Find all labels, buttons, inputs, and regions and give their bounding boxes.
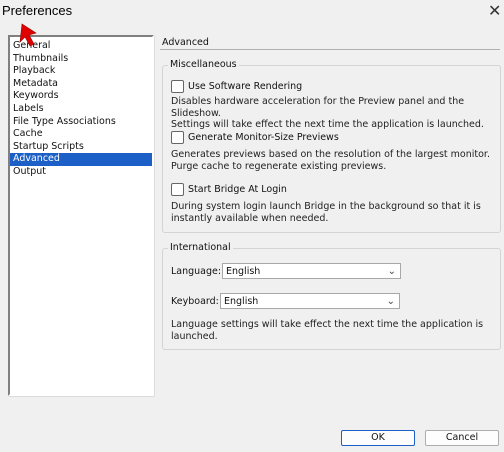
keyboard-label: Keyboard: xyxy=(171,296,219,307)
language-note-line1: Language settings will take effect the n… xyxy=(171,319,484,330)
international-group-label: International xyxy=(168,242,233,253)
monitor-size-previews-label: Generate Monitor-Size Previews xyxy=(188,132,339,143)
software-rendering-desc-line1: Disables hardware acceleration for the P… xyxy=(171,96,465,119)
language-settings-note: Language settings will take effect the n… xyxy=(171,319,491,342)
software-rendering-checkbox[interactable]: Use Software Rendering xyxy=(171,80,302,93)
sidebar-item-cache[interactable]: Cache xyxy=(10,128,152,141)
start-bridge-login-label: Start Bridge At Login xyxy=(188,184,287,195)
start-bridge-login-checkbox-box[interactable] xyxy=(171,183,184,196)
software-rendering-desc-line2: Settings will take effect the next time … xyxy=(171,119,484,130)
window-title: Preferences xyxy=(2,3,73,18)
sidebar-item-labels[interactable]: Labels xyxy=(10,103,152,116)
sidebar-item-thumbnails[interactable]: Thumbnails xyxy=(10,53,152,66)
sidebar-item-advanced[interactable]: Advanced xyxy=(10,153,152,166)
keyboard-select[interactable]: English ⌄ xyxy=(220,293,400,309)
monitor-previews-desc-line2: Purge cache to regenerate existing previ… xyxy=(171,160,387,172)
bridge-login-desc-line1: During system login launch Bridge in the… xyxy=(171,201,481,212)
software-rendering-label: Use Software Rendering xyxy=(188,81,303,92)
software-rendering-description: Disables hardware acceleration for the P… xyxy=(171,96,491,131)
sidebar-item-general[interactable]: General xyxy=(10,40,152,53)
start-bridge-login-checkbox[interactable]: Start Bridge At Login xyxy=(171,183,287,196)
bridge-login-desc-line2: instantly available when needed. xyxy=(171,212,329,224)
sidebar-item-output[interactable]: Output xyxy=(10,166,152,179)
cancel-button[interactable]: Cancel xyxy=(425,430,499,446)
start-bridge-login-description: During system login launch Bridge in the… xyxy=(171,201,491,224)
sidebar-item-file-type-associations[interactable]: File Type Associations xyxy=(10,116,152,129)
panel-divider xyxy=(160,49,500,50)
monitor-previews-desc-line1: Generates previews based on the resoluti… xyxy=(171,149,490,160)
language-note-line2: launched. xyxy=(171,330,218,342)
ok-button[interactable]: OK xyxy=(341,430,415,446)
software-rendering-checkbox-box[interactable] xyxy=(171,80,184,93)
sidebar-item-keywords[interactable]: Keywords xyxy=(10,90,152,103)
panel-title: Advanced xyxy=(162,37,209,48)
sidebar-item-startup-scripts[interactable]: Startup Scripts xyxy=(10,141,152,154)
monitor-size-previews-description: Generates previews based on the resoluti… xyxy=(171,149,491,172)
monitor-size-previews-checkbox-box[interactable] xyxy=(171,131,184,144)
language-label: Language: xyxy=(171,266,222,277)
language-select[interactable]: English ⌄ xyxy=(222,263,401,279)
sidebar-item-playback[interactable]: Playback xyxy=(10,65,152,78)
preferences-category-list[interactable]: General Thumbnails Playback Metadata Key… xyxy=(8,35,154,396)
monitor-size-previews-checkbox[interactable]: Generate Monitor-Size Previews xyxy=(171,131,339,144)
chevron-down-icon: ⌄ xyxy=(387,266,396,277)
miscellaneous-group-label: Miscellaneous xyxy=(168,59,239,70)
keyboard-select-value: English xyxy=(224,296,259,307)
close-icon[interactable]: ✕ xyxy=(488,1,501,20)
chevron-down-icon: ⌄ xyxy=(386,296,395,307)
sidebar-item-metadata[interactable]: Metadata xyxy=(10,78,152,91)
language-select-value: English xyxy=(226,266,261,277)
title-bar: Preferences ✕ xyxy=(0,0,504,24)
